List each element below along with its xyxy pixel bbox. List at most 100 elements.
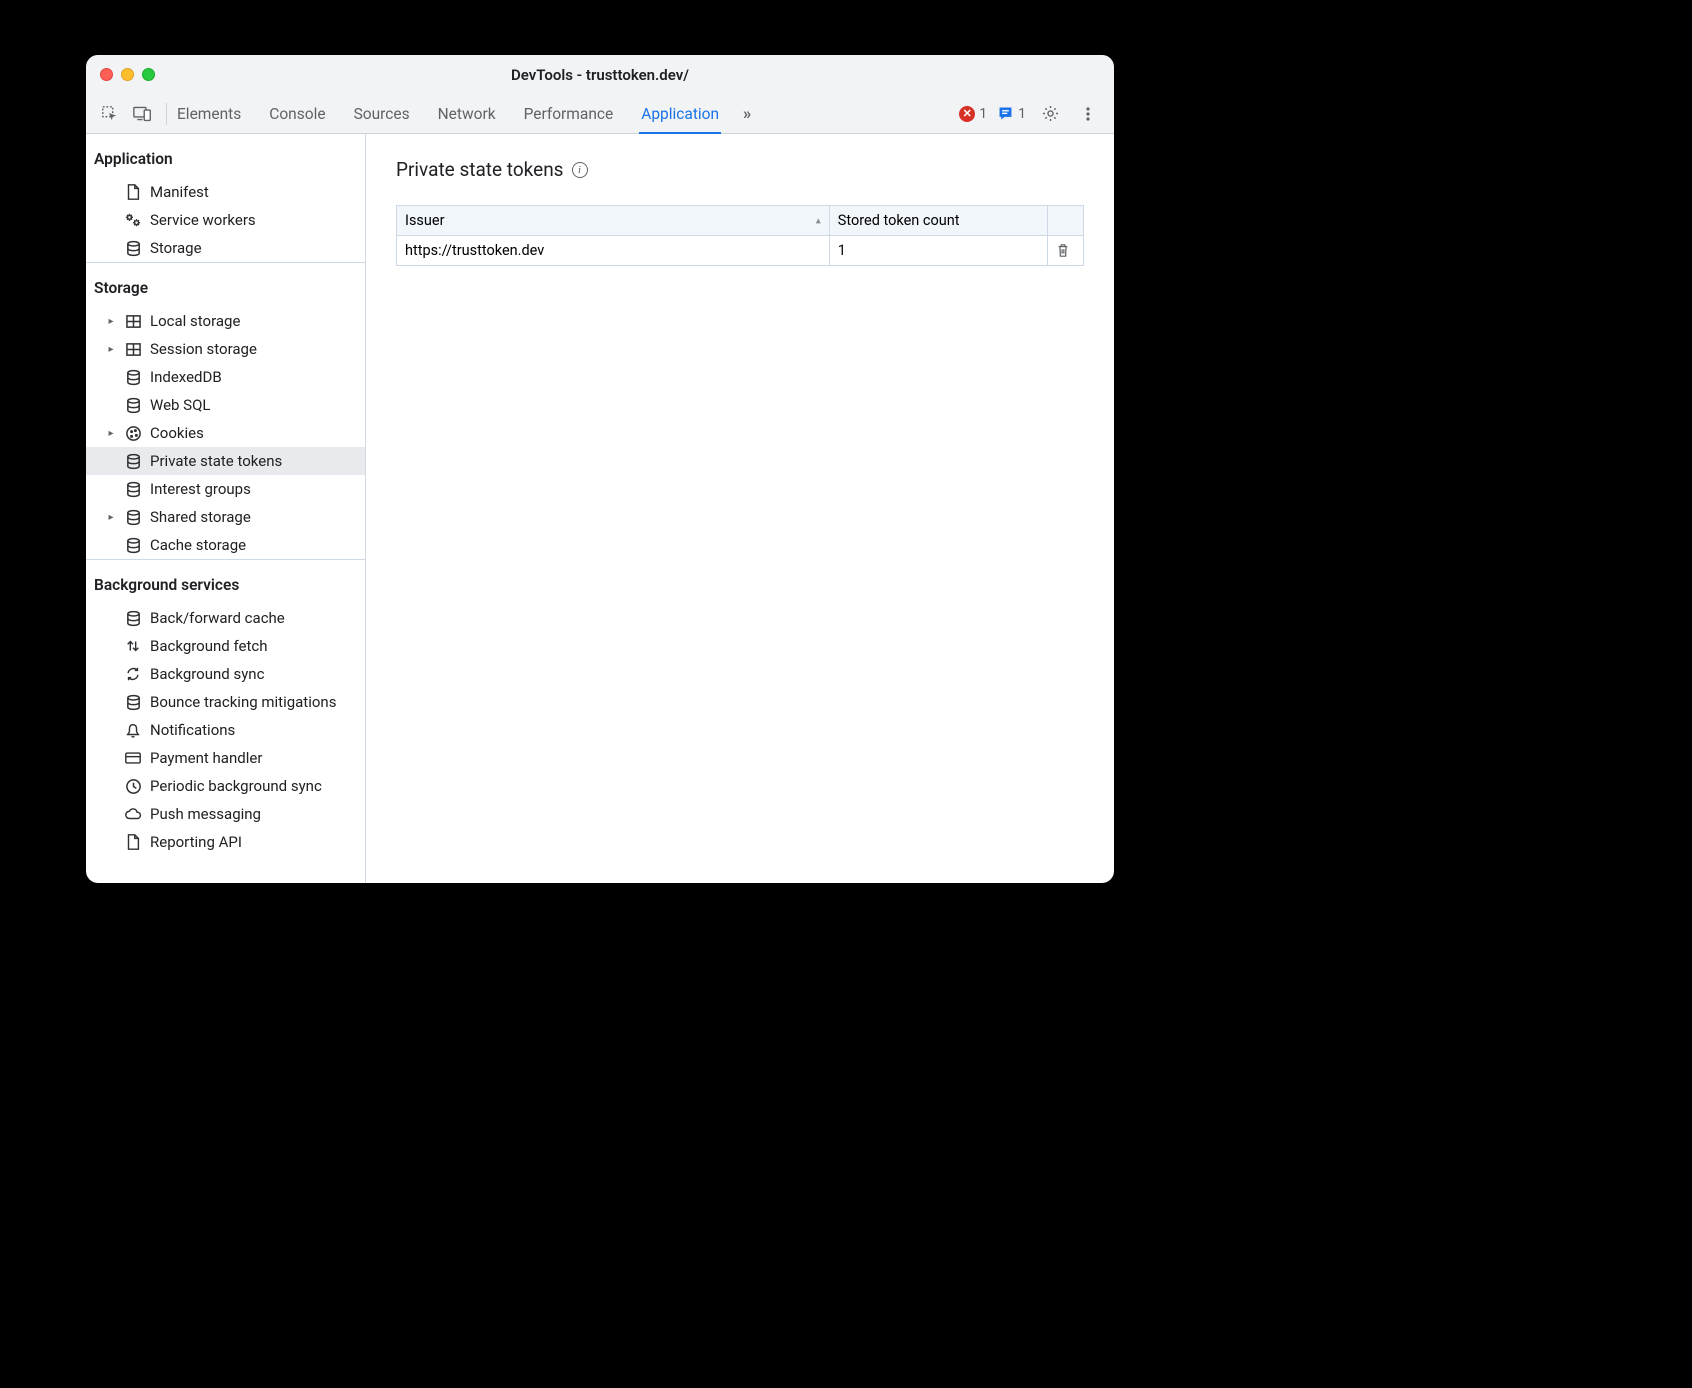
column-header[interactable] [1048, 206, 1084, 236]
traffic-lights [100, 68, 155, 81]
table-row[interactable]: https://trusttoken.dev1 [397, 236, 1084, 266]
db-icon [124, 368, 142, 386]
zoom-window-button[interactable] [142, 68, 155, 81]
device-toolbar-icon[interactable] [128, 100, 156, 128]
grid-icon [124, 340, 142, 358]
sidebar-item-label: Storage [150, 239, 202, 257]
content-area: Application▸Manifest▸Service workers▸Sto… [86, 134, 1114, 883]
sidebar-item-label: Session storage [150, 340, 257, 358]
sidebar-item-label: Back/forward cache [150, 609, 285, 627]
file-icon [124, 183, 142, 201]
sidebar-item-cookies[interactable]: ▸ Cookies [86, 419, 365, 447]
more-tabs-button[interactable]: » [733, 100, 761, 128]
sidebar-item-label: Push messaging [150, 805, 261, 823]
sidebar-item-background-sync[interactable]: ▸Background sync [86, 660, 365, 688]
tab-performance[interactable]: Performance [524, 94, 614, 134]
sidebar-item-indexeddb[interactable]: ▸IndexedDB [86, 363, 365, 391]
cloud-icon [124, 805, 142, 823]
sidebar-item-web-sql[interactable]: ▸Web SQL [86, 391, 365, 419]
sidebar-item-manifest[interactable]: ▸Manifest [86, 178, 365, 206]
sidebar-item-payment-handler[interactable]: ▸Payment handler [86, 744, 365, 772]
sidebar-item-cache-storage[interactable]: ▸Cache storage [86, 531, 365, 559]
sidebar-item-reporting-api[interactable]: ▸Reporting API [86, 828, 365, 856]
status-bar: ✕ 1 1 [959, 100, 1102, 128]
error-icon: ✕ [959, 106, 975, 122]
sidebar-item-label: IndexedDB [150, 368, 222, 386]
tokens-table: Issuer▴Stored token count https://trustt… [396, 205, 1084, 266]
sidebar-item-session-storage[interactable]: ▸ Session storage [86, 335, 365, 363]
sidebar-item-label: Periodic background sync [150, 777, 322, 795]
info-icon[interactable]: i [572, 162, 588, 178]
sidebar-item-shared-storage[interactable]: ▸Shared storage [86, 503, 365, 531]
settings-button[interactable] [1036, 100, 1064, 128]
card-icon [124, 749, 142, 767]
sidebar-item-service-workers[interactable]: ▸Service workers [86, 206, 365, 234]
inspect-element-icon[interactable] [96, 100, 124, 128]
devtools-tabbar: Elements Console Sources Network Performance… [86, 94, 1114, 134]
main-panel: Private state tokens i Issuer▴Stored tok… [366, 134, 1114, 883]
sync-icon [124, 665, 142, 683]
sidebar-item-label: Bounce tracking mitigations [150, 693, 336, 711]
db-icon [124, 508, 142, 526]
chevron-right-double-icon: » [743, 104, 751, 124]
error-count-badge[interactable]: ✕ 1 [959, 106, 987, 122]
application-sidebar[interactable]: Application▸Manifest▸Service workers▸Sto… [86, 134, 366, 883]
sidebar-item-label: Web SQL [150, 396, 210, 414]
sidebar-item-notifications[interactable]: ▸Notifications [86, 716, 365, 744]
bell-icon [124, 721, 142, 739]
tab-console[interactable]: Console [269, 94, 325, 134]
sidebar-item-bounce-tracking-mitigations[interactable]: ▸Bounce tracking mitigations [86, 688, 365, 716]
kebab-menu-button[interactable] [1074, 100, 1102, 128]
sidebar-group-application: Application [86, 134, 365, 178]
sidebar-item-label: Reporting API [150, 833, 242, 851]
panel-heading: Private state tokens i [396, 158, 1084, 181]
expand-arrow-icon: ▸ [106, 512, 116, 523]
tab-application[interactable]: Application [641, 94, 719, 134]
expand-arrow-icon: ▸ [106, 316, 116, 327]
db-icon [124, 239, 142, 257]
column-header[interactable]: Stored token count [829, 206, 1047, 236]
sidebar-group-background-services: Background services [86, 560, 365, 604]
sidebar-item-label: Service workers [150, 211, 256, 229]
sidebar-item-local-storage[interactable]: ▸Local storage [86, 307, 365, 335]
sidebar-item-periodic-background-sync[interactable]: ▸Periodic background sync [86, 772, 365, 800]
message-count-badge[interactable]: 1 [997, 105, 1026, 122]
db-icon [124, 396, 142, 414]
cell-count: 1 [829, 236, 1047, 266]
titlebar: DevTools - trusttoken.dev/ [86, 55, 1114, 94]
sidebar-item-label: Notifications [150, 721, 235, 739]
column-header[interactable]: Issuer▴ [397, 206, 830, 236]
sidebar-item-label: Interest groups [150, 480, 251, 498]
sidebar-item-interest-groups[interactable]: ▸Interest groups [86, 475, 365, 503]
cookie-icon [124, 424, 142, 442]
grid-icon [124, 312, 142, 330]
sidebar-item-label: Private state tokens [150, 452, 282, 470]
sidebar-item-label: Cookies [150, 424, 204, 442]
gears-icon [124, 211, 142, 229]
db-icon [124, 536, 142, 554]
sidebar-item-back-forward-cache[interactable]: ▸Back/forward cache [86, 604, 365, 632]
tab-sources[interactable]: Sources [354, 94, 410, 134]
minimize-window-button[interactable] [121, 68, 134, 81]
sidebar-item-push-messaging[interactable]: ▸Push messaging [86, 800, 365, 828]
sidebar-item-label: Cache storage [150, 536, 246, 554]
sidebar-item-label: Payment handler [150, 749, 262, 767]
expand-arrow-icon: ▸ [106, 428, 116, 439]
sidebar-item-background-fetch[interactable]: ▸Background fetch [86, 632, 365, 660]
devtools-window: DevTools - trusttoken.dev/ Elements Conso… [86, 55, 1114, 883]
db-icon [124, 693, 142, 711]
tab-elements[interactable]: Elements [177, 94, 241, 134]
file-icon [124, 833, 142, 851]
sidebar-item-label: Background sync [150, 665, 264, 683]
sidebar-item-storage[interactable]: ▸Storage [86, 234, 365, 262]
sidebar-item-private-state-tokens[interactable]: ▸Private state tokens [86, 447, 365, 475]
sidebar-item-label: Background fetch [150, 637, 267, 655]
expand-arrow-icon: ▸ [106, 344, 116, 355]
close-window-button[interactable] [100, 68, 113, 81]
sidebar-group-storage: Storage [86, 263, 365, 307]
db-icon [124, 609, 142, 627]
db-icon [124, 452, 142, 470]
window-title: DevTools - trusttoken.dev/ [86, 66, 1114, 84]
delete-row-button[interactable] [1048, 236, 1084, 266]
tab-network[interactable]: Network [438, 94, 496, 134]
